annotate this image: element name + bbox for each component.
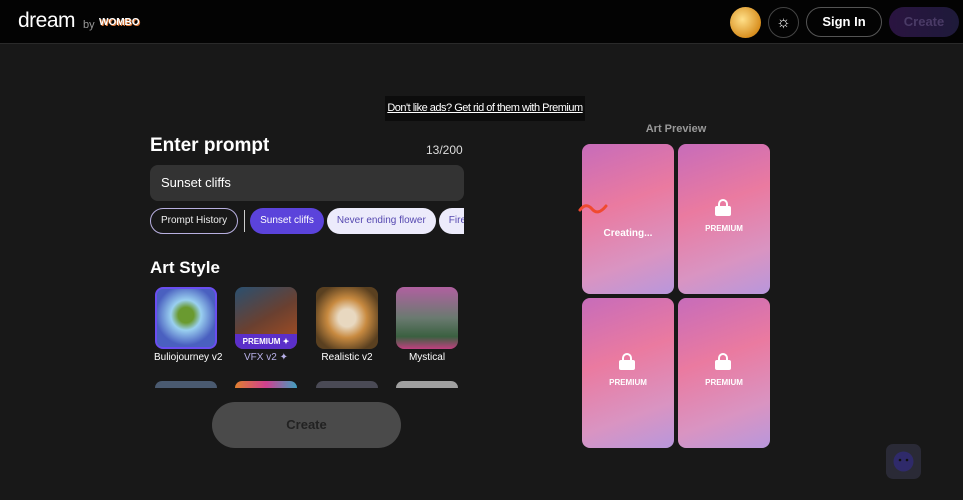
preview-card-premium[interactable]: PREMIUM	[678, 144, 770, 294]
chip-sunset-cliffs[interactable]: Sunset cliffs	[250, 208, 324, 234]
style-label: VFX v2 ✦	[244, 352, 288, 363]
creating-label: Creating...	[603, 228, 653, 239]
style-thumbnail[interactable]	[155, 381, 217, 388]
remove-ads-link[interactable]: Don't like ads? Get rid of them with Pre…	[385, 96, 585, 121]
preview-card-creating: Creating...	[582, 144, 674, 294]
style-label: Mystical	[408, 352, 446, 363]
logo-by: by	[83, 19, 95, 31]
divider	[244, 210, 246, 232]
style-buliojourney[interactable]: Buliojourney v2	[154, 287, 223, 363]
preview-card-premium[interactable]: PREMIUM	[582, 298, 674, 448]
style-label: Realistic v2	[321, 352, 373, 363]
preview-card-premium[interactable]: PREMIUM	[678, 298, 770, 448]
art-preview-title: Art Preview	[645, 123, 707, 135]
wombo-logo: WOMBO	[99, 17, 140, 28]
style-thumbnail[interactable]	[316, 381, 378, 388]
premium-label: PREMIUM	[705, 224, 743, 233]
loading-wave-icon	[578, 204, 608, 214]
lock-icon	[715, 199, 731, 216]
prompt-chips: Prompt History Sunset cliffs Never ending …	[150, 208, 464, 235]
premium-badge: PREMIUM ✦	[235, 334, 297, 349]
style-thumbnail[interactable]	[396, 381, 458, 388]
style-thumbnail	[396, 287, 458, 349]
top-bar: dream by WOMBO ☼ Sign In Create	[0, 0, 963, 44]
style-realistic[interactable]: Realistic v2	[315, 287, 379, 363]
lock-icon	[619, 353, 635, 370]
prompt-title: Enter prompt	[150, 135, 270, 154]
help-bot-icon[interactable]	[886, 444, 921, 479]
style-thumbnail[interactable]	[235, 381, 297, 388]
header-create-button[interactable]: Create	[889, 7, 959, 37]
avatar[interactable]	[730, 7, 761, 38]
char-count: 13/200	[426, 143, 463, 157]
style-thumbnail: PREMIUM ✦	[235, 287, 297, 349]
premium-label: PREMIUM	[609, 378, 647, 387]
prompt-input[interactable]	[150, 165, 464, 201]
theme-toggle-sun-icon[interactable]: ☼	[768, 7, 799, 38]
premium-label: PREMIUM	[705, 378, 743, 387]
prompt-history-button[interactable]: Prompt History	[150, 208, 239, 234]
style-label: Buliojourney v2	[154, 352, 223, 363]
logo[interactable]: dream	[18, 9, 76, 33]
style-mystical[interactable]: Mystical	[395, 287, 459, 363]
lock-icon	[715, 353, 731, 370]
chip-fire[interactable]: Fire and w	[438, 208, 464, 234]
art-style-title: Art Style	[150, 258, 220, 277]
create-button[interactable]: Create	[212, 402, 401, 448]
chip-never-ending-flower[interactable]: Never ending flower	[326, 208, 436, 234]
style-thumbnail	[155, 287, 217, 349]
sign-in-button[interactable]: Sign In	[806, 7, 882, 37]
style-thumbnail	[316, 287, 378, 349]
style-vfx[interactable]: PREMIUM ✦ VFX v2 ✦	[234, 287, 298, 363]
